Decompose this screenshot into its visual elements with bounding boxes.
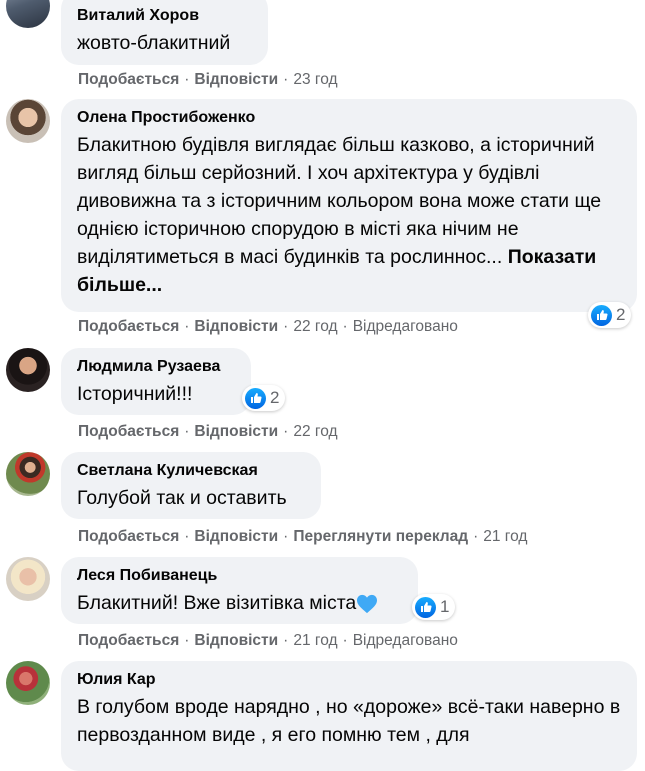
timestamp[interactable]: 23 год bbox=[293, 71, 337, 88]
comment-actions: Подобається · Відповісти · 22 год · Відредагов… bbox=[78, 317, 458, 337]
timestamp[interactable]: 22 год bbox=[293, 318, 337, 335]
reaction-count[interactable]: 2 bbox=[588, 302, 632, 328]
like-icon bbox=[415, 596, 436, 618]
comment-actions: Подобається · Відповісти · 21 год · Відредагов… bbox=[78, 631, 458, 651]
comment-bubble: Олена Простибоженко Блакитною будівля ви… bbox=[61, 99, 637, 312]
reply-button[interactable]: Відповісти bbox=[194, 423, 278, 440]
reaction-count[interactable]: 2 bbox=[242, 385, 286, 411]
reply-button[interactable]: Відповісти bbox=[194, 71, 278, 88]
comment-bubble: Юлия Кар В голубом вроде нарядно , но «д… bbox=[61, 661, 637, 771]
like-icon bbox=[245, 387, 266, 409]
reply-button[interactable]: Відповісти bbox=[194, 632, 278, 649]
separator: · bbox=[283, 318, 289, 335]
separator: · bbox=[283, 528, 289, 545]
reply-button[interactable]: Відповісти bbox=[194, 528, 278, 545]
avatar[interactable] bbox=[6, 99, 50, 143]
like-button[interactable]: Подобається bbox=[78, 71, 179, 88]
edited-label[interactable]: Відредаговано bbox=[353, 632, 458, 649]
blue-heart-emoji bbox=[357, 594, 378, 613]
reaction-total: 2 bbox=[270, 388, 280, 407]
avatar[interactable] bbox=[6, 348, 50, 392]
comment-text: Блакитною будівля виглядає більш казково… bbox=[77, 131, 621, 299]
comment-author[interactable]: Олена Простибоженко bbox=[77, 108, 621, 128]
comment-actions: Подобається · Відповісти · 22 год bbox=[78, 422, 338, 442]
separator: · bbox=[342, 632, 348, 649]
separator: · bbox=[283, 632, 289, 649]
comment-text: Блакитний! Вже візитівка міста bbox=[77, 589, 402, 617]
comment-body: Блакитний! Вже візитівка міста bbox=[77, 592, 357, 614]
avatar[interactable] bbox=[6, 661, 50, 705]
comment-author[interactable]: Юлия Кар bbox=[77, 670, 621, 690]
comment-bubble: Светлана Куличевская Голубой так и остав… bbox=[61, 452, 321, 519]
separator: · bbox=[283, 423, 289, 440]
avatar[interactable] bbox=[6, 557, 50, 601]
separator: · bbox=[283, 71, 289, 88]
separator: · bbox=[184, 318, 190, 335]
timestamp[interactable]: 21 год bbox=[293, 632, 337, 649]
separator: · bbox=[184, 423, 190, 440]
reaction-total: 1 bbox=[440, 597, 450, 616]
like-button[interactable]: Подобається bbox=[78, 632, 179, 649]
like-icon bbox=[591, 304, 612, 326]
comment-author[interactable]: Леся Побиванець bbox=[77, 566, 402, 586]
reaction-total: 2 bbox=[616, 305, 626, 324]
comment-author[interactable]: Людмила Рузаева bbox=[77, 357, 235, 377]
see-translation-button[interactable]: Переглянути переклад bbox=[293, 528, 468, 545]
avatar[interactable] bbox=[6, 452, 50, 496]
reaction-count[interactable]: 1 bbox=[412, 594, 456, 620]
timestamp[interactable]: 21 год bbox=[483, 528, 527, 545]
timestamp[interactable]: 22 год bbox=[293, 423, 337, 440]
separator: · bbox=[342, 318, 348, 335]
separator: · bbox=[184, 71, 190, 88]
separator: · bbox=[184, 632, 190, 649]
comment-actions: Подобається · Відповісти · 23 год bbox=[78, 70, 338, 90]
comment-bubble: Виталий Хоров жовто-блакитний bbox=[61, 0, 268, 65]
comment-text: Голубой так и оставить bbox=[77, 487, 287, 509]
reply-button[interactable]: Відповісти bbox=[194, 318, 278, 335]
comment-actions: Подобається · Відповісти · Переглянути перек… bbox=[78, 527, 527, 547]
comment-bubble: Людмила Рузаева Історичний!!! bbox=[61, 348, 251, 415]
like-button[interactable]: Подобається bbox=[78, 528, 179, 545]
comment-text: Історичний!!! bbox=[77, 383, 193, 405]
comment-text: жовто-блакитний bbox=[77, 32, 231, 54]
comment-text: В голубом вроде нарядно , но «дороже» вс… bbox=[77, 696, 621, 746]
separator: · bbox=[184, 528, 190, 545]
avatar[interactable] bbox=[6, 0, 50, 28]
edited-label[interactable]: Відредаговано bbox=[353, 318, 458, 335]
like-button[interactable]: Подобається bbox=[78, 423, 179, 440]
comment-bubble: Леся Побиванець Блакитний! Вже візитівка… bbox=[61, 557, 418, 624]
comment-author[interactable]: Виталий Хоров bbox=[77, 6, 252, 26]
like-button[interactable]: Подобається bbox=[78, 318, 179, 335]
comment-author[interactable]: Светлана Куличевская bbox=[77, 461, 305, 481]
separator: · bbox=[473, 528, 479, 545]
